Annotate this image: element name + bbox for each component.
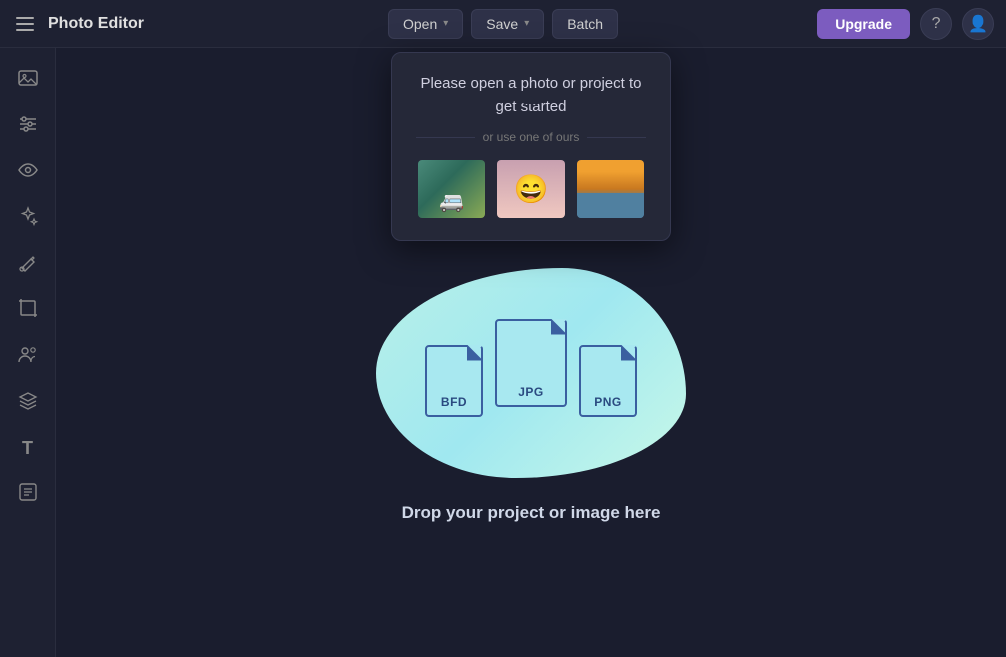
canal-thumbnail bbox=[577, 160, 644, 218]
sidebar-item-crop[interactable] bbox=[8, 290, 48, 330]
sidebar-item-text[interactable]: T bbox=[8, 428, 48, 468]
sidebar-item-adjustments[interactable] bbox=[8, 106, 48, 146]
sidebar-item-people[interactable] bbox=[8, 336, 48, 376]
file-icon-png: PNG bbox=[579, 345, 637, 417]
sample-photo-canal[interactable] bbox=[575, 158, 646, 220]
account-icon: 👤 bbox=[968, 14, 988, 34]
file-icon-bfd: BFD bbox=[425, 345, 483, 417]
sample-photo-van[interactable] bbox=[416, 158, 487, 220]
drop-text: Drop your project or image here bbox=[402, 503, 661, 523]
sticker-icon bbox=[17, 481, 39, 508]
drop-zone[interactable]: BFD JPG bbox=[371, 263, 691, 523]
main-layout: T Please open a photo or project to get … bbox=[0, 48, 1006, 657]
file-icon-jpg: JPG bbox=[495, 319, 567, 407]
file-body-jpg: JPG bbox=[495, 319, 567, 407]
sample-photo-person[interactable] bbox=[495, 158, 566, 220]
people-icon bbox=[17, 343, 39, 370]
crop-icon bbox=[17, 297, 39, 324]
sidebar: T bbox=[0, 48, 56, 657]
header-right: Upgrade ? 👤 bbox=[618, 8, 994, 40]
dropdown-arrow bbox=[523, 96, 539, 104]
help-button[interactable]: ? bbox=[920, 8, 952, 40]
files-row: BFD JPG bbox=[425, 329, 637, 417]
sidebar-item-layers[interactable] bbox=[8, 382, 48, 422]
png-label: PNG bbox=[594, 395, 622, 409]
adjustments-icon bbox=[17, 113, 39, 140]
account-button[interactable]: 👤 bbox=[962, 8, 994, 40]
upgrade-label: Upgrade bbox=[835, 16, 892, 32]
save-chevron-icon: ▾ bbox=[524, 18, 529, 29]
text-icon: T bbox=[22, 438, 33, 459]
jpg-label: JPG bbox=[518, 385, 544, 399]
sidebar-item-view[interactable] bbox=[8, 152, 48, 192]
dropdown-divider-text: or use one of ours bbox=[483, 130, 580, 144]
content-area: Please open a photo or project to get st… bbox=[56, 48, 1006, 657]
app-title: Photo Editor bbox=[48, 15, 144, 33]
van-thumbnail bbox=[418, 160, 485, 218]
sample-photos bbox=[416, 158, 646, 220]
help-icon: ? bbox=[932, 15, 941, 33]
batch-label: Batch bbox=[567, 16, 603, 32]
header-left: Photo Editor bbox=[12, 13, 388, 35]
save-label: Save bbox=[486, 16, 518, 32]
dropdown-divider: or use one of ours bbox=[416, 130, 646, 144]
sidebar-item-magic[interactable] bbox=[8, 198, 48, 238]
file-shape-bfd: BFD bbox=[425, 345, 483, 417]
blob-container: BFD JPG bbox=[371, 263, 691, 483]
image-icon bbox=[17, 67, 39, 94]
upgrade-button[interactable]: Upgrade bbox=[817, 9, 910, 39]
sidebar-item-sticker[interactable] bbox=[8, 474, 48, 514]
batch-button[interactable]: Batch bbox=[552, 9, 618, 39]
header-center: Open ▾ Save ▾ Batch bbox=[388, 9, 618, 39]
menu-button[interactable] bbox=[12, 13, 38, 35]
magic-icon bbox=[17, 205, 39, 232]
open-chevron-icon: ▾ bbox=[443, 18, 448, 29]
sidebar-item-image[interactable] bbox=[8, 60, 48, 100]
open-label: Open bbox=[403, 16, 437, 32]
layers-icon bbox=[17, 389, 39, 416]
file-body-png: PNG bbox=[579, 345, 637, 417]
open-dropdown: Please open a photo or project to get st… bbox=[391, 52, 671, 241]
person-thumbnail bbox=[497, 160, 564, 218]
bfd-label: BFD bbox=[441, 395, 467, 409]
file-shape-png: PNG bbox=[579, 345, 637, 417]
header: Photo Editor Open ▾ Save ▾ Batch Upgrade… bbox=[0, 0, 1006, 48]
save-button[interactable]: Save ▾ bbox=[471, 9, 544, 39]
file-shape-jpg: JPG bbox=[495, 319, 567, 407]
file-body-bfd: BFD bbox=[425, 345, 483, 417]
open-button[interactable]: Open ▾ bbox=[388, 9, 463, 39]
paint-icon bbox=[17, 251, 39, 278]
eye-icon bbox=[17, 159, 39, 186]
sidebar-item-paint[interactable] bbox=[8, 244, 48, 284]
